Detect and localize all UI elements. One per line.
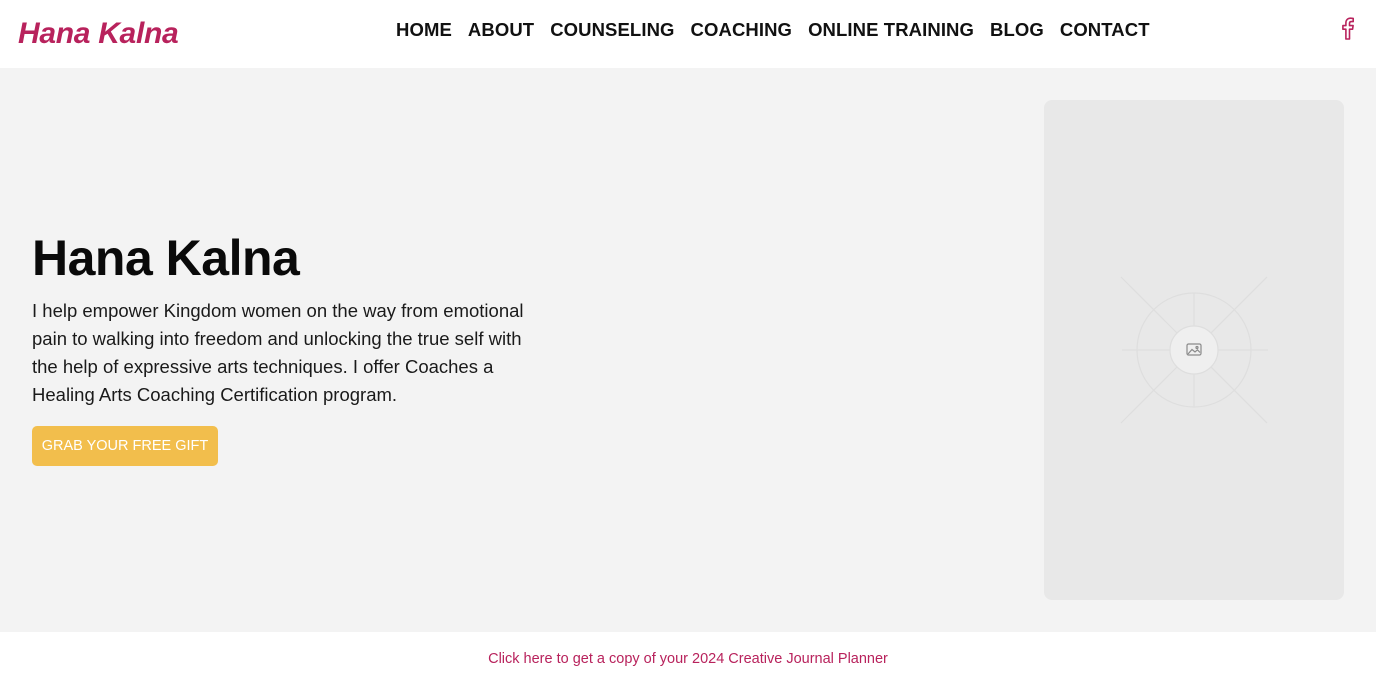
hero-description: I help empower Kingdom women on the way … (32, 300, 524, 405)
nav-item-blog[interactable]: BLOG (990, 16, 1044, 44)
nav-item-about[interactable]: ABOUT (468, 16, 534, 44)
nav-item-online-training[interactable]: ONLINE TRAINING (808, 16, 974, 44)
site-logo[interactable]: Hana Kalna (18, 14, 179, 54)
nav-item-contact[interactable]: CONTACT (1060, 16, 1150, 44)
image-placeholder-icon (1120, 276, 1268, 424)
free-gift-button[interactable]: GRAB YOUR FREE GIFT (32, 426, 218, 466)
main-nav: HOME ABOUT COUNSELING COACHING ONLINE TR… (396, 16, 1166, 44)
hero-image-placeholder (1044, 100, 1344, 600)
nav-item-counseling[interactable]: COUNSELING (550, 16, 674, 44)
journal-planner-link[interactable]: Click here to get a copy of your 2024 Cr… (488, 651, 888, 667)
nav-item-coaching[interactable]: COACHING (691, 16, 793, 44)
site-header: Hana Kalna HOME ABOUT COUNSELING COACHIN… (0, 0, 1376, 68)
facebook-icon[interactable] (1338, 16, 1358, 40)
hero-title: Hana Kalna (32, 230, 300, 286)
hero-section: Hana Kalna I help empower Kingdom women … (0, 68, 1376, 632)
nav-item-home[interactable]: HOME (396, 16, 452, 44)
announcement-bar: Click here to get a copy of your 2024 Cr… (0, 632, 1376, 688)
